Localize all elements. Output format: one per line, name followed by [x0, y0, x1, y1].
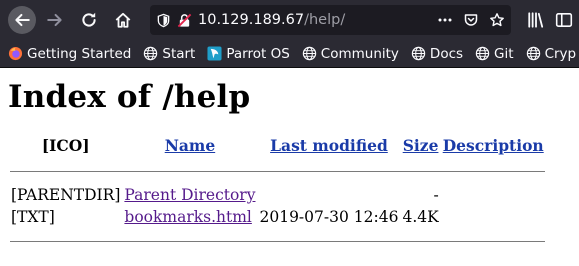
column-header-description: Description	[442, 133, 545, 157]
globe-icon	[302, 46, 316, 61]
forward-button[interactable]	[40, 5, 70, 35]
bookmark-label: Docs	[429, 45, 464, 62]
row-description	[442, 185, 545, 205]
more-actions-icon[interactable]	[437, 12, 453, 28]
file-link[interactable]: bookmarks.html	[124, 208, 251, 226]
separator-row	[10, 159, 545, 183]
url-host: 10.129.189.67	[198, 12, 305, 28]
directory-listing: [ICO] Name Last modified Size Descriptio…	[8, 131, 547, 255]
url-actions	[437, 12, 505, 28]
bookmark-start[interactable]: Start	[143, 46, 195, 62]
sort-by-size-link[interactable]: Size	[403, 136, 439, 155]
firefox-icon	[8, 46, 23, 61]
library-icon[interactable]	[527, 11, 545, 29]
row-size: 4.4K	[402, 208, 439, 226]
column-header-icon: [ICO]	[41, 135, 90, 155]
bookmark-label: Git	[494, 45, 514, 62]
bookmark-label: Start	[162, 45, 196, 62]
pocket-icon[interactable]	[463, 12, 479, 28]
browser-toolbar: 10.129.189.67/help/	[0, 0, 579, 40]
url-path: /help/	[304, 12, 346, 28]
bookmark-label: Parrot OS	[226, 45, 290, 62]
row-icon: [PARENTDIR]	[11, 186, 121, 204]
globe-icon	[411, 46, 426, 61]
bookmark-docs[interactable]: Docs	[411, 46, 463, 62]
bookmark-label: Getting Started	[27, 45, 132, 62]
reload-icon	[82, 12, 96, 27]
separator	[10, 240, 545, 242]
bookmark-getting-started[interactable]: Getting Started	[8, 46, 131, 62]
bookmarks-toolbar: Getting Started Start Parrot OS Communit…	[0, 40, 579, 68]
bookmark-label: Cryp	[544, 45, 577, 62]
column-header-last-modified: Last modified	[258, 133, 399, 157]
arrow-left-icon	[15, 13, 30, 27]
home-icon	[115, 12, 131, 28]
bookmark-community[interactable]: Community	[302, 46, 399, 62]
row-icon: [TXT]	[11, 208, 55, 226]
column-header-name: Name	[123, 133, 256, 157]
page-title: Index of /help	[8, 79, 251, 115]
back-button[interactable]	[8, 6, 36, 34]
shield-icon	[157, 13, 170, 27]
row-size: -	[433, 186, 439, 204]
sort-by-description-link[interactable]: Description	[443, 136, 544, 155]
insecure-lock-icon[interactable]	[177, 13, 192, 28]
sort-by-last-modified-link[interactable]: Last modified	[270, 136, 388, 155]
row-name: bookmarks.html	[123, 207, 256, 227]
row-name: Parent Directory	[123, 185, 256, 205]
home-button[interactable]	[108, 5, 138, 35]
bookmark-label: Community	[320, 45, 399, 62]
row-last-modified: 2019-07-30 12:46	[259, 208, 399, 226]
sort-by-name-link[interactable]: Name	[165, 136, 215, 155]
table-row: [PARENTDIR] Parent Directory -	[10, 185, 545, 205]
header-row: [ICO] Name Last modified Size Descriptio…	[10, 133, 545, 157]
bookmark-git[interactable]: Git	[475, 46, 514, 62]
separator	[10, 170, 545, 172]
toolbar-right-icons	[527, 11, 573, 29]
globe-icon	[144, 46, 158, 61]
separator-row	[10, 229, 545, 253]
parrot-icon	[207, 46, 222, 61]
sidebar-icon[interactable]	[555, 11, 573, 29]
globe-icon	[475, 46, 490, 61]
url-text[interactable]: 10.129.189.67/help/	[198, 12, 431, 28]
row-last-modified	[258, 185, 399, 205]
star-bookmark-icon[interactable]	[489, 12, 505, 28]
globe-icon	[526, 46, 540, 61]
table-row: [TXT] bookmarks.html 2019-07-30 12:46 4.…	[10, 207, 545, 227]
page-content: Index of /help [ICO] Name Last modified …	[0, 79, 579, 255]
column-header-size: Size	[401, 133, 439, 157]
arrow-right-icon	[47, 13, 62, 27]
bookmark-parrot-os[interactable]: Parrot OS	[207, 45, 290, 62]
url-bar[interactable]: 10.129.189.67/help/	[150, 5, 511, 35]
bookmark-cryp[interactable]: Cryp	[526, 45, 577, 62]
reload-button[interactable]	[74, 5, 104, 35]
parent-directory-link[interactable]: Parent Directory	[124, 186, 255, 204]
row-description	[442, 207, 545, 227]
